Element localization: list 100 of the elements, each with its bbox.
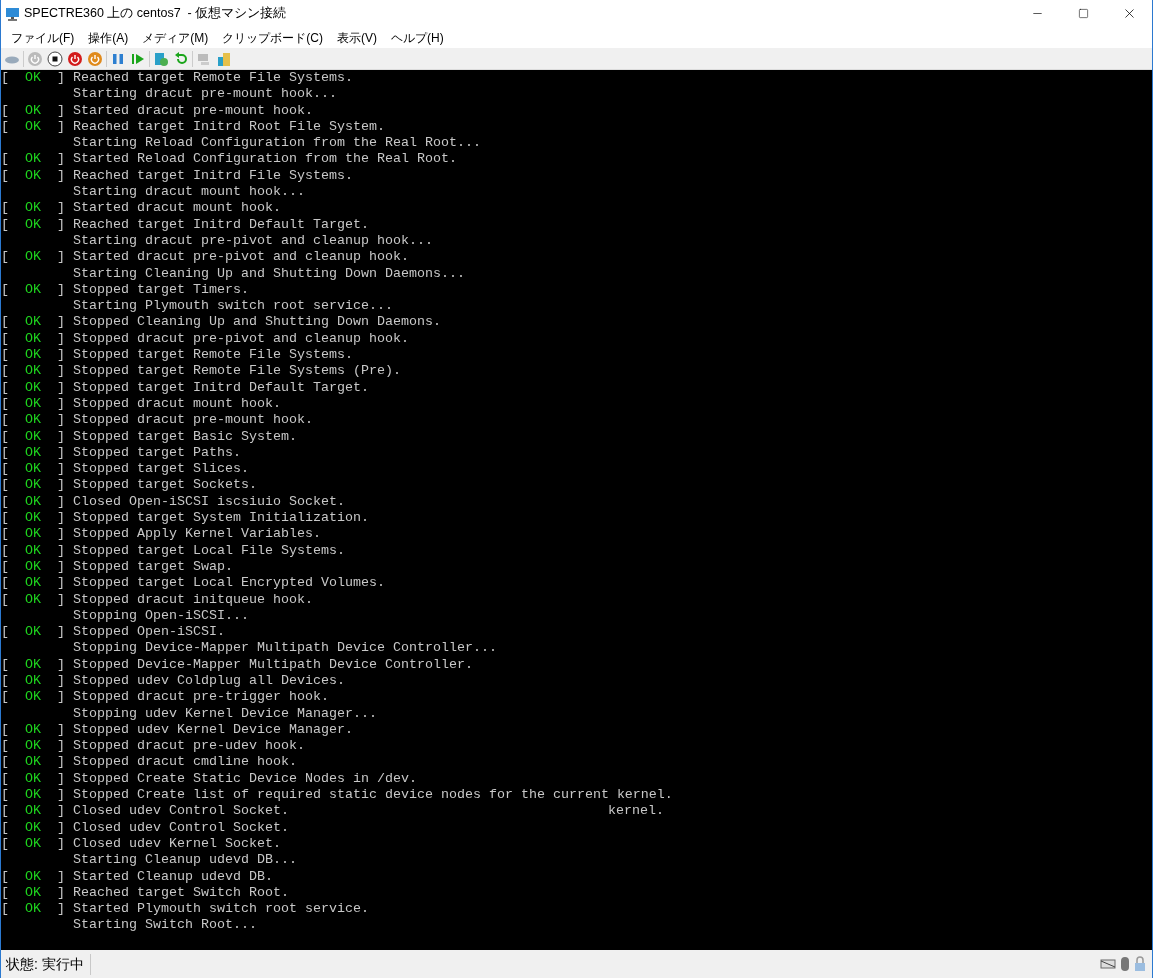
menu-item[interactable]: メディア(M) [136,28,215,47]
status-bracket: [ [1,819,9,835]
status-label: OK [25,770,41,786]
status-bracket: [ [1,673,9,688]
menu-item[interactable]: 操作(A) [82,28,135,47]
status-label: OK [25,363,41,379]
console-text: Started Plymouth switch root service. [73,901,369,918]
menu-item[interactable]: クリップボード(C) [216,28,329,47]
status-bracket: ] [57,118,65,134]
console-text: Stopped Apply Kernel Variables. [73,526,321,543]
status-bracket: ] [57,347,65,363]
console-text: Stopped target Swap. [73,558,233,576]
console-text: Reached target Switch Root. [73,884,289,902]
status-bracket: ] [57,738,65,754]
maximize-icon[interactable] [1077,8,1089,19]
status-bracket: ] [57,102,65,118]
console-text: Stopped dracut pre-mount hook. [73,412,313,429]
console-text: Starting Cleanup udevd DB... [73,852,297,869]
status-bracket: [ [1,787,9,803]
status-bracket: ] [57,819,65,835]
status-bracket: [ [1,770,9,786]
console-text: Stopped dracut initqueue hook. [73,591,313,608]
status-bracket: ] [57,558,65,574]
status-label: OK [25,510,41,525]
status-bracket: ] [57,770,65,786]
status-label: OK [25,347,41,363]
console-text: Starting Cleaning Up and Shutting Down Daemons... [73,265,465,282]
status-bracket: [ [1,249,9,265]
console-text: Reached target Initrd Default Target. [73,216,369,233]
stop-icon[interactable] [46,49,64,68]
menu-item[interactable]: 表示(V) [331,28,383,47]
console-text: Stopped udev Kernel Device Manager. [73,721,353,739]
status-bracket: [ [1,542,9,558]
status-bracket: ] [57,412,65,428]
console-text: Stopped target Paths. [73,444,241,462]
console-text: Stopping Device-Mapper Multipath Device Controller... [73,640,497,657]
status-bracket: [ [1,738,9,754]
status-bracket: [ [1,461,9,477]
status-bracket: ] [57,721,65,737]
status-label: OK [25,673,41,688]
status-label: OK [25,493,41,509]
status-label: OK [25,738,41,754]
status-label: OK [25,754,41,770]
status-bracket: [ [1,347,9,363]
status-bracket: ] [57,379,65,395]
console-text: Stopped target Sockets. [73,477,257,494]
status-label: OK [25,575,41,591]
status-label: OK [25,787,41,803]
status-label: OK [25,868,41,884]
status-bracket: ] [57,493,65,509]
console-text: Stopped target Slices. [73,461,249,478]
console-text: Started Reload Configuration from the Real Root. [73,151,457,168]
console-text: Stopped Create list of required static device nodes for the current kernel. [73,787,673,804]
console-text: Stopped udev Coldplug all Devices. [73,673,345,690]
console-text: Stopped target Local Encrypted Volumes. [73,575,385,592]
menu-item[interactable]: ファイル(F) [5,28,81,47]
status-bracket: [ [1,526,9,542]
console-text: Stopped Device-Mapper Multipath Device Controller. [73,656,473,673]
status-label: OK [25,314,41,330]
console-text: Stopped target Remote File Systems (Pre). [73,363,401,380]
status-label: OK [25,102,41,118]
status-bracket: [ [1,884,9,900]
status-bracket: ] [57,673,65,688]
status-bracket: ] [57,575,65,591]
status-bracket: [ [1,754,9,770]
status-bracket: [ [1,428,9,444]
menu-item[interactable]: ヘルプ(H) [385,28,450,47]
status-bracket: ] [57,542,65,558]
status-label: OK [25,151,41,167]
monitor-icon [5,5,21,22]
status-bracket: [ [1,395,9,411]
status-bracket: ] [57,754,65,770]
console-text: Starting dracut mount hook... [73,184,305,201]
console-text: Started dracut pre-mount hook. [73,102,313,119]
status-bracket: [ [1,868,9,884]
status-bracket: [ [1,558,9,574]
lock-icon [1134,956,1146,972]
status-bracket: ] [57,167,65,183]
console-text: Stopped dracut pre-pivot and cleanup hook. [73,330,409,348]
status-bracket: [ [1,363,9,379]
status-bracket: ] [57,624,65,640]
status-bracket: [ [1,591,9,607]
status-bracket: [ [1,151,9,167]
power-icon[interactable] [66,49,84,68]
status-label: OK [25,591,41,607]
status-bracket: ] [57,901,65,917]
console-text: Stopped target Initrd Default Target. [73,379,369,396]
status-label: OK [25,330,41,346]
status-bracket: ] [57,591,65,607]
status-bracket: [ [1,901,9,917]
status-bracket: [ [1,493,9,509]
status-bracket: ] [57,363,65,379]
console-text: Closed udev Control Socket. [73,819,289,836]
console-text: Stopped target Local File Systems. [73,542,345,559]
status-bracket: ] [57,477,65,493]
status-label: OK [25,167,41,183]
console-text: Starting dracut pre-pivot and cleanup hook... [73,232,433,250]
power-icon[interactable] [86,49,104,68]
status-bracket: [ [1,70,9,85]
console-text: Stopped Create Static Device Nodes in /dev. [73,770,417,788]
